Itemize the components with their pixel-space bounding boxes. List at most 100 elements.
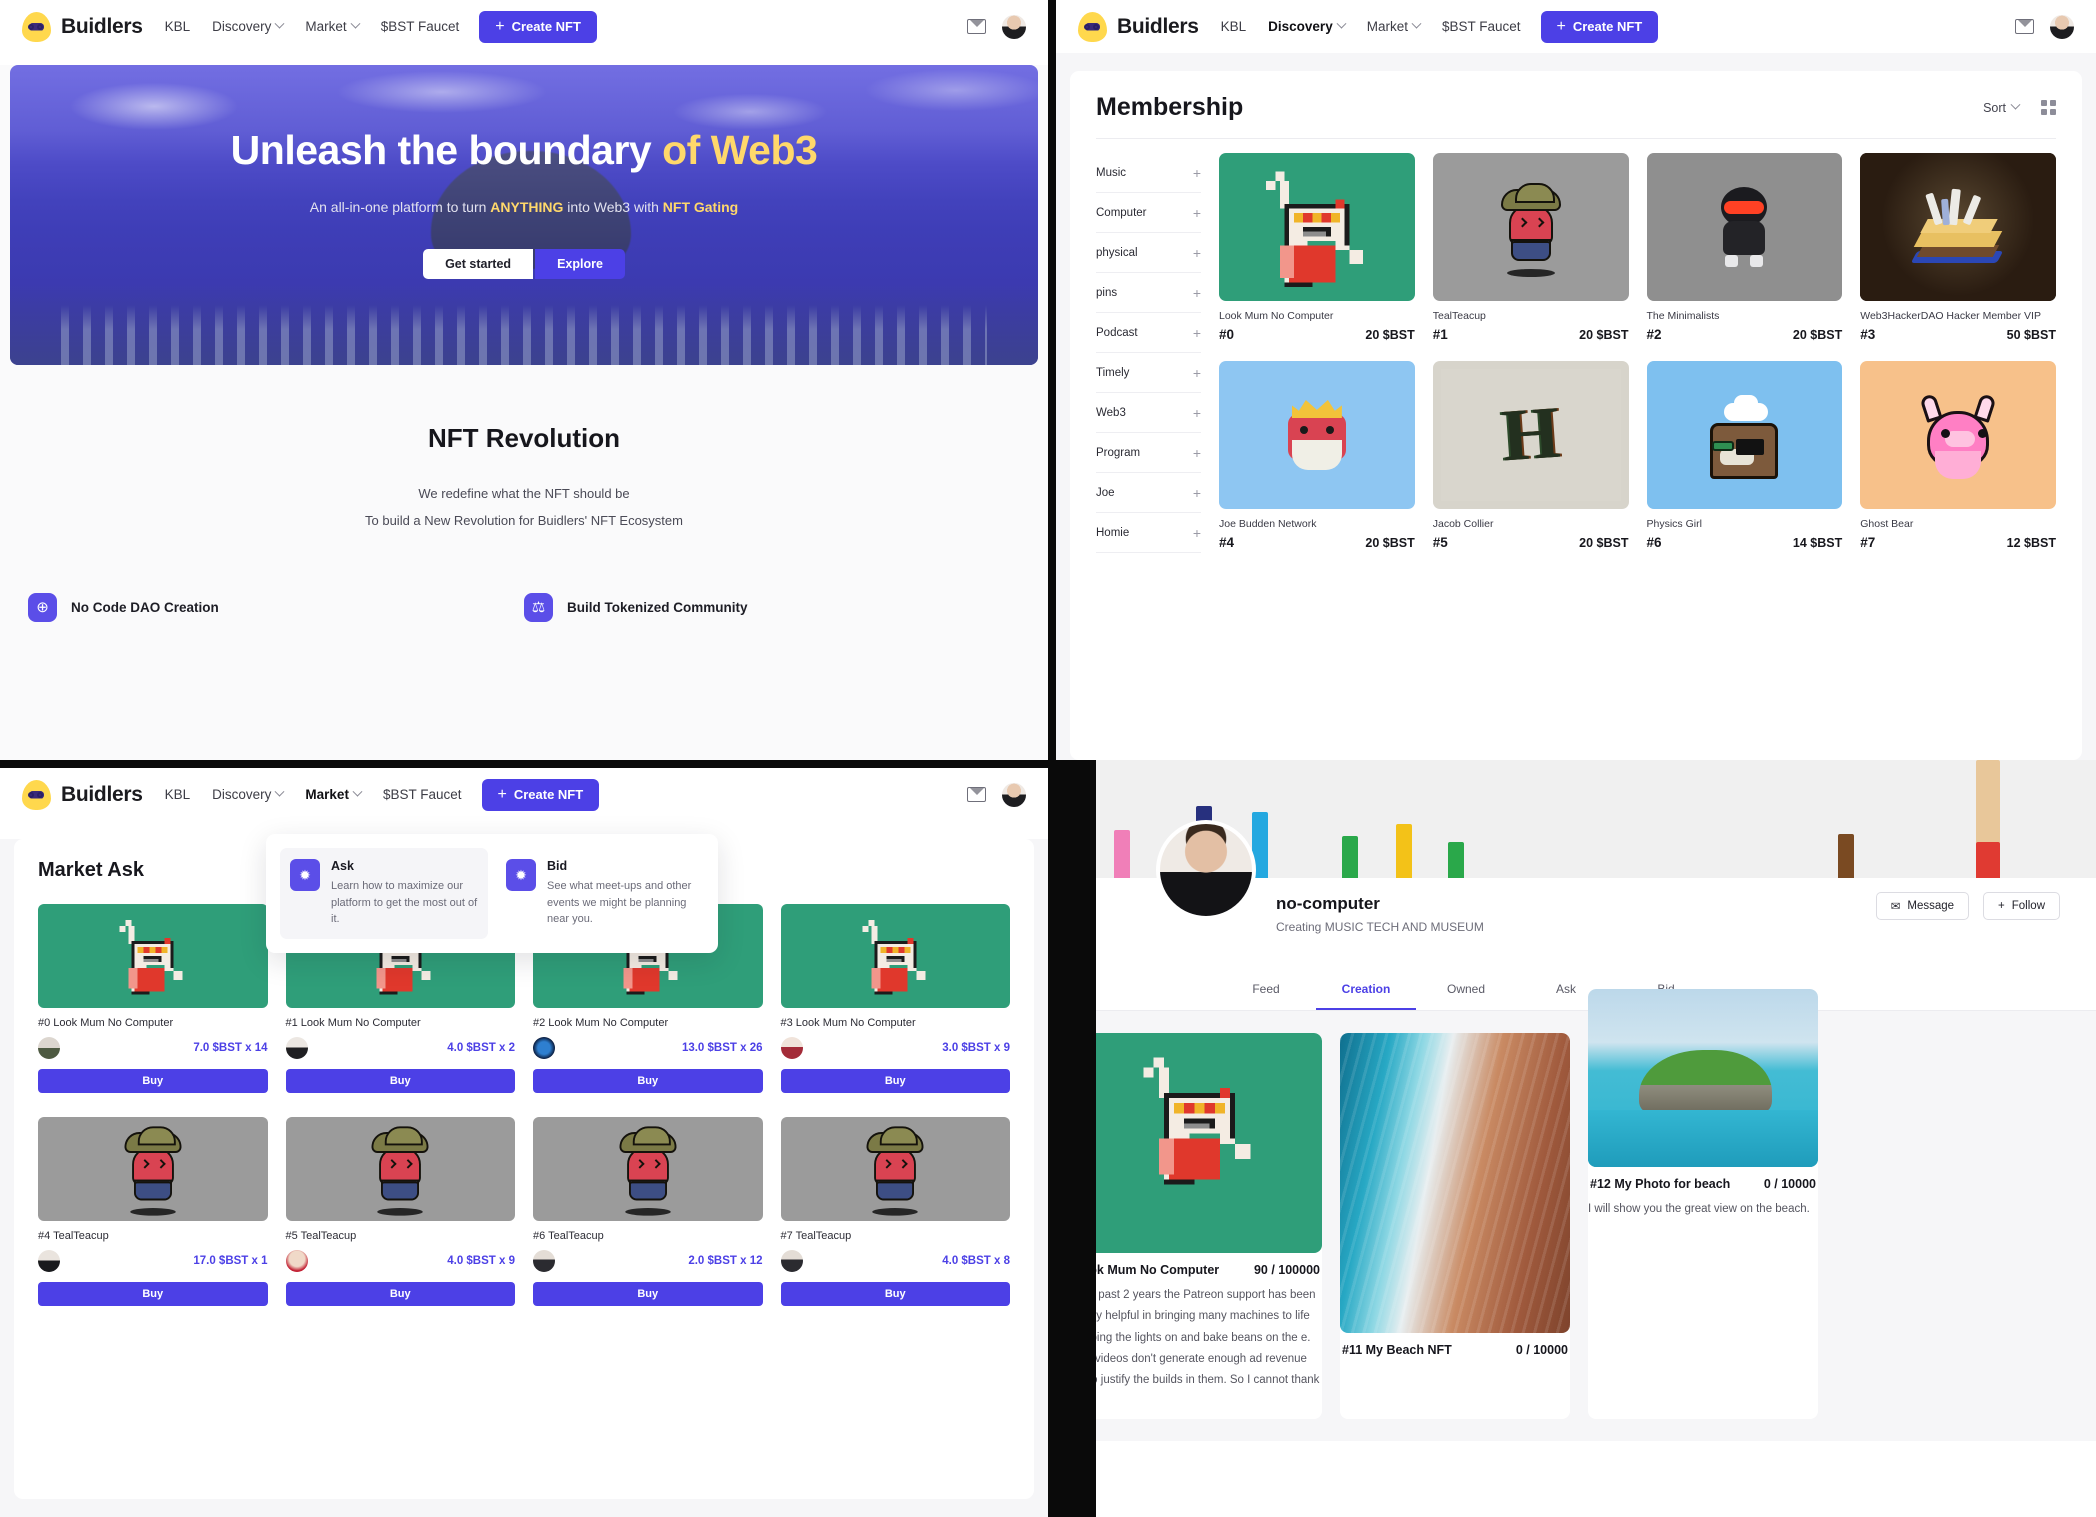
seller-avatar[interactable] — [285, 1250, 308, 1272]
nav-link-market[interactable]: Market — [305, 786, 363, 802]
market-card[interactable]: #7 TealTeacup 4.0 $BST x 8 Buy — [780, 1117, 1010, 1306]
avatar[interactable] — [1156, 820, 1256, 920]
category-label: Timely — [1096, 366, 1130, 379]
avatar[interactable] — [1002, 782, 1026, 807]
brand-logo[interactable]: Buidlers — [22, 11, 143, 42]
seller-avatar[interactable] — [38, 1037, 60, 1059]
plus-icon: + — [1192, 484, 1201, 501]
nav-link-discovery[interactable]: Discovery — [212, 18, 285, 34]
market-thumbnail — [780, 1117, 1010, 1221]
message-button[interactable]: ✉ Message — [1875, 892, 1970, 920]
create-nft-label: Create NFT — [513, 787, 584, 802]
plus-icon: + — [1192, 404, 1201, 421]
dropdown-item-bid[interactable]: ✹ Bid See what meet-ups and other events… — [496, 848, 704, 939]
tab-owned[interactable]: Owned — [1416, 970, 1516, 1010]
buy-button[interactable]: Buy — [38, 1069, 268, 1093]
mail-icon[interactable] — [967, 787, 986, 802]
nft-card[interactable]: Look Mum No Computer #0 20 $BST — [1219, 153, 1415, 345]
nav-link-kbl[interactable]: KBL — [165, 19, 191, 34]
market-card-title: #1 Look Mum No Computer — [285, 1017, 421, 1029]
category-web3[interactable]: Web3 + — [1096, 393, 1201, 433]
tab-feed[interactable]: Feed — [1216, 970, 1316, 1010]
create-nft-button[interactable]: + Create NFT — [481, 778, 600, 811]
buy-button[interactable]: Buy — [285, 1282, 515, 1306]
nav-link-market[interactable]: Market — [305, 18, 361, 34]
mail-icon[interactable] — [967, 19, 986, 34]
category-program[interactable]: Program + — [1096, 433, 1201, 473]
nft-card[interactable]: Joe Budden Network #4 20 $BST — [1219, 361, 1415, 553]
nft-card[interactable]: TealTeacup #1 20 $BST — [1432, 153, 1629, 345]
dropdown-item-ask[interactable]: ✹ Ask Learn how to maximize our platform… — [280, 848, 488, 939]
nav-link-kbl[interactable]: KBL — [1221, 19, 1247, 34]
market-card[interactable]: #5 TealTeacup 4.0 $BST x 9 Buy — [285, 1117, 515, 1306]
follow-button[interactable]: + Follow — [1983, 892, 2060, 920]
avatar[interactable] — [2050, 14, 2074, 39]
brand-logo[interactable]: Buidlers — [1078, 11, 1199, 42]
explore-button[interactable]: Explore — [535, 248, 625, 279]
nft-card[interactable]: Physics Girl #6 14 $BST — [1646, 361, 1843, 553]
creation-count: 0 / 10000 — [1763, 1177, 1816, 1191]
nav-link-market[interactable]: Market — [1367, 18, 1422, 34]
nav-link-bst-faucet[interactable]: $BST Faucet — [1442, 19, 1521, 34]
category-pins[interactable]: pins + — [1096, 273, 1201, 313]
plus-icon: + — [1192, 284, 1201, 301]
market-card[interactable]: #6 TealTeacup 2.0 $BST x 12 Buy — [533, 1117, 763, 1306]
category-music[interactable]: Music + — [1096, 153, 1201, 193]
avatar[interactable] — [1002, 14, 1026, 39]
nav-link-discovery[interactable]: Discovery — [1268, 18, 1347, 34]
buy-button[interactable]: Buy — [285, 1069, 515, 1093]
nft-card[interactable]: Web3HackerDAO Hacker Member VIP #3 50 $BS… — [1860, 153, 2056, 345]
nft-thumbnail-physics-girl — [1646, 361, 1843, 509]
seller-avatar[interactable] — [285, 1037, 308, 1059]
create-nft-button[interactable]: + Create NFT — [479, 10, 597, 43]
brand-logo[interactable]: Buidlers — [22, 779, 143, 810]
nav-link-discovery[interactable]: Discovery — [212, 786, 285, 802]
follow-label: Follow — [2011, 900, 2045, 912]
pixel-art-lmnc — [1219, 153, 1415, 301]
nft-card[interactable]: Ghost Bear #7 12 $BST — [1860, 361, 2056, 553]
seller-avatar[interactable] — [533, 1037, 555, 1059]
creation-title: #12 My Photo for beach — [1590, 1177, 1731, 1191]
create-nft-button[interactable]: + Create NFT — [1540, 10, 1659, 43]
buy-button[interactable]: Buy — [38, 1282, 268, 1306]
nft-id: #3 — [1860, 327, 1876, 343]
get-started-button[interactable]: Get started — [423, 248, 534, 279]
creation-card[interactable]: #12 My Photo for beach 0 / 10000 I will … — [1588, 989, 1818, 1419]
category-label: Homie — [1096, 526, 1130, 539]
category-joe[interactable]: Joe + — [1096, 473, 1201, 513]
mail-icon[interactable] — [2015, 19, 2034, 34]
seller-avatar[interactable] — [533, 1250, 555, 1272]
creation-card[interactable]: Look Mum No Computer 90 / 100000 r the p… — [1096, 1033, 1322, 1419]
tab-creation[interactable]: Creation — [1316, 970, 1416, 1010]
buy-button[interactable]: Buy — [533, 1282, 763, 1306]
top-navigation-bar: Buidlers KBL Discovery Market $BST Fauce… — [0, 768, 1048, 821]
sort-dropdown[interactable]: Sort — [1983, 99, 2021, 115]
nav-link-bst-faucet[interactable]: $BST Faucet — [383, 787, 462, 802]
category-homie[interactable]: Homie + — [1096, 513, 1201, 553]
seller-avatar[interactable] — [780, 1250, 803, 1272]
market-card[interactable]: #3 Look Mum No Computer 3.0 $BST x 9 Buy — [780, 904, 1010, 1093]
nft-card[interactable]: Jacob Collier #5 20 $BST — [1432, 361, 1629, 553]
creation-description: I will show you the great view on the be… — [1588, 1203, 1810, 1215]
market-card[interactable]: #4 TealTeacup 17.0 $BST x 1 Buy — [38, 1117, 268, 1306]
nft-thumbnail-ghost-bear — [1860, 361, 2056, 509]
category-physical[interactable]: physical + — [1096, 233, 1201, 273]
nft-card[interactable]: The Minimalists #2 20 $BST — [1646, 153, 1843, 345]
buy-button[interactable]: Buy — [533, 1069, 763, 1093]
nft-price: 20 $BST — [1579, 536, 1629, 551]
market-card[interactable]: #0 Look Mum No Computer 7.0 $BST x 14 Bu… — [38, 904, 268, 1093]
buy-button[interactable]: Buy — [780, 1069, 1010, 1093]
market-card-price: 4.0 $BST x 8 — [942, 1255, 1010, 1267]
nav-link-bst-faucet[interactable]: $BST Faucet — [381, 19, 460, 34]
creation-card[interactable]: #11 My Beach NFT 0 / 10000 — [1340, 1033, 1570, 1419]
category-computer[interactable]: Computer + — [1096, 193, 1201, 233]
plus-icon: + — [1192, 204, 1201, 221]
category-timely[interactable]: Timely + — [1096, 353, 1201, 393]
buy-button[interactable]: Buy — [780, 1282, 1010, 1306]
grid-view-icon[interactable] — [2041, 100, 2056, 115]
seller-avatar[interactable] — [38, 1250, 60, 1272]
dropdown-item-title: Bid — [547, 859, 568, 873]
seller-avatar[interactable] — [780, 1037, 803, 1059]
nav-link-kbl[interactable]: KBL — [165, 787, 191, 802]
category-podcast[interactable]: Podcast + — [1096, 313, 1201, 353]
